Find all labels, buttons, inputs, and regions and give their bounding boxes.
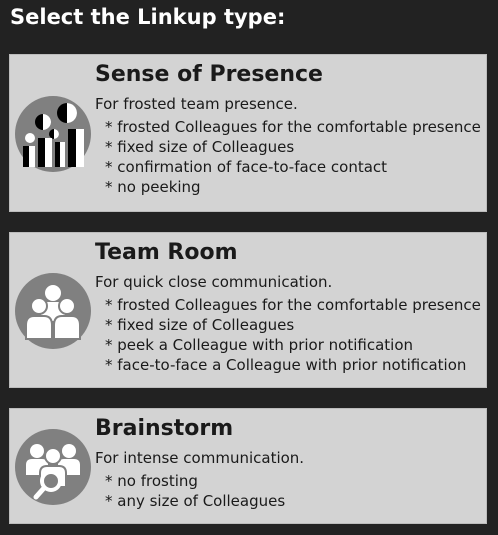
- feature-item: * confirmation of face-to-face contact: [105, 158, 388, 176]
- feature-item: * no frosting: [105, 472, 198, 490]
- option-description: For quick close communication.: [95, 273, 333, 291]
- feature-list: * no frosting * any size of Colleagues: [105, 471, 285, 511]
- option-title: Sense of Presence: [95, 62, 323, 87]
- page-title: Select the Linkup type:: [10, 5, 286, 29]
- feature-item: * peek a Colleague with prior notificati…: [105, 336, 414, 354]
- option-description: For intense communication.: [95, 449, 305, 467]
- option-title: Brainstorm: [95, 416, 234, 441]
- option-description: For frosted team presence.: [95, 95, 298, 113]
- feature-item: * frosted Colleagues for the comfortable…: [105, 296, 481, 314]
- feature-item: * frosted Colleagues for the comfortable…: [105, 118, 481, 136]
- feature-list: * frosted Colleagues for the comfortable…: [105, 295, 481, 375]
- feature-item: * face-to-face a Colleague with prior no…: [105, 356, 467, 374]
- feature-item: * fixed size of Colleagues: [105, 316, 295, 334]
- feature-item: * no peeking: [105, 178, 201, 196]
- linkup-option-team-room[interactable]: Team Room For quick close communication.…: [9, 232, 487, 388]
- option-title: Team Room: [95, 240, 238, 265]
- presence-icon: [15, 96, 91, 172]
- linkup-option-brainstorm[interactable]: Brainstorm For intense communication. * …: [9, 408, 487, 524]
- team-room-icon: [15, 273, 91, 349]
- linkup-option-sense-of-presence[interactable]: Sense of Presence For frosted team prese…: [9, 54, 487, 212]
- brainstorm-icon: [15, 429, 91, 505]
- feature-item: * any size of Colleagues: [105, 492, 286, 510]
- feature-item: * fixed size of Colleagues: [105, 138, 295, 156]
- feature-list: * frosted Colleagues for the comfortable…: [105, 117, 481, 197]
